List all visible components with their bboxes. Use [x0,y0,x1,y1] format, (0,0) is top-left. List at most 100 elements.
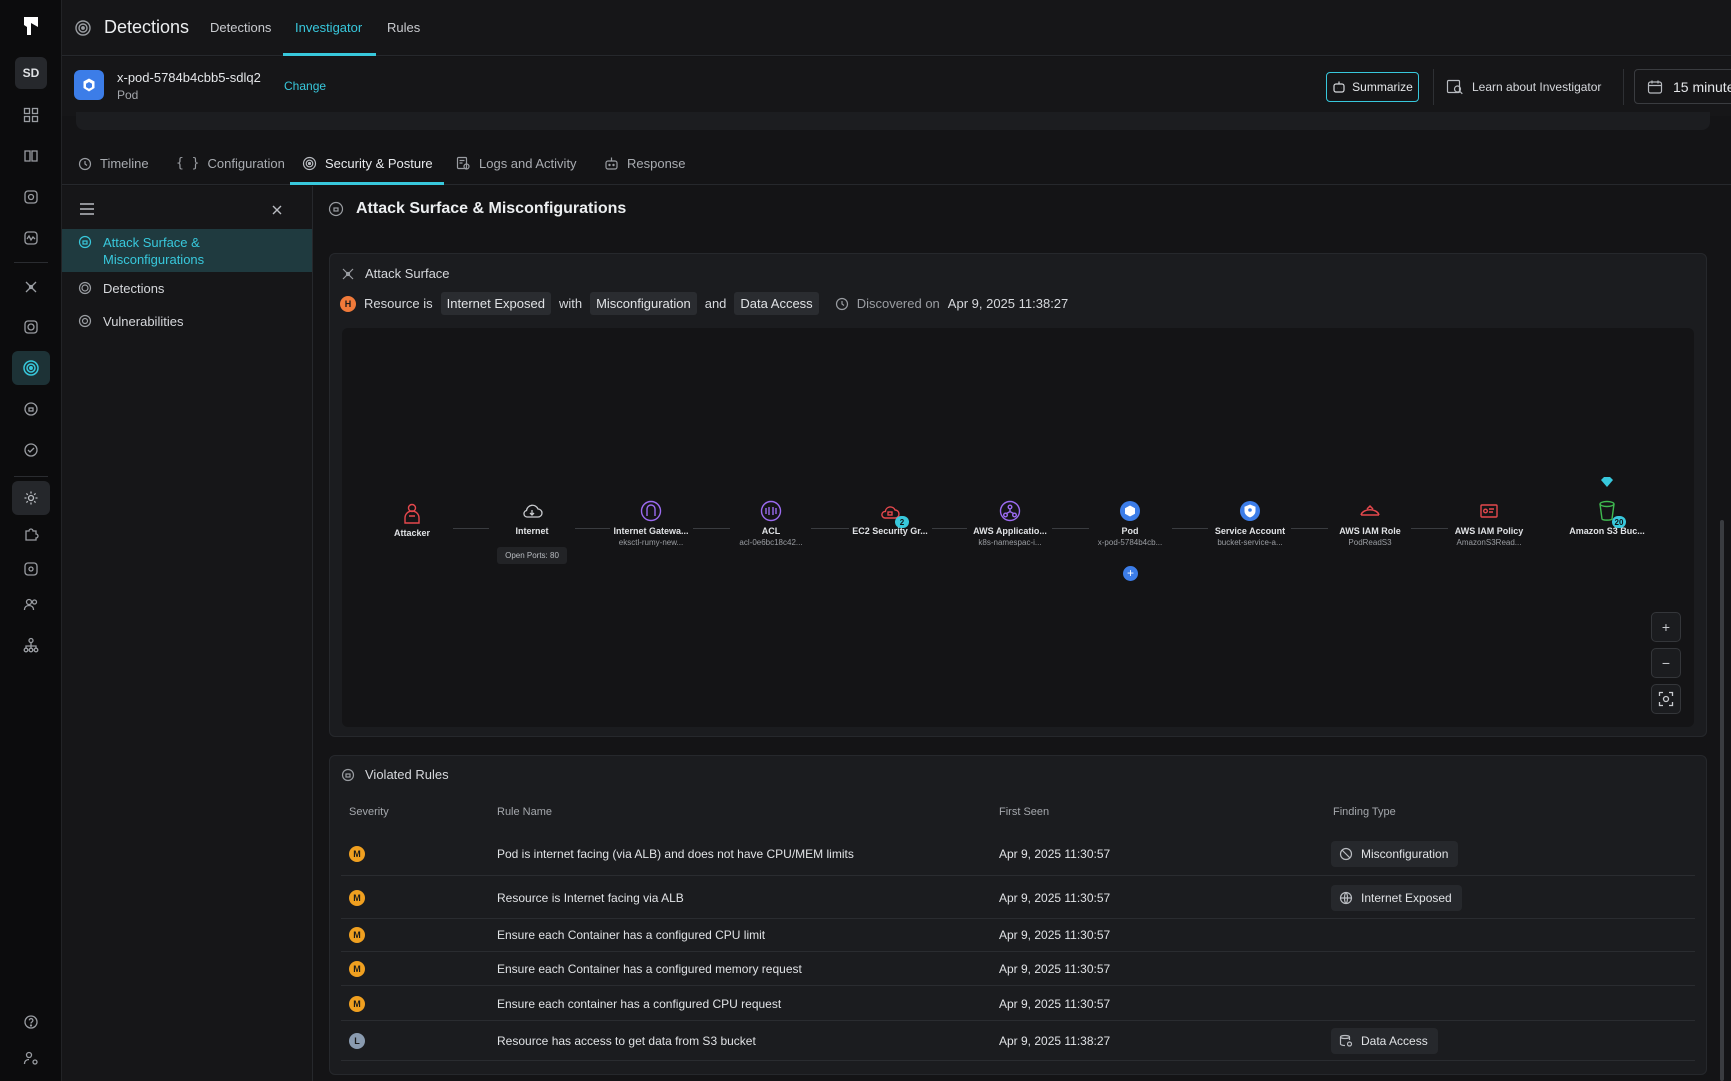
learn-investigator-link[interactable]: Learn about Investigator [1446,79,1601,95]
graph-node-service-account[interactable]: Service Account bucket-service-a... [1200,500,1300,547]
tab-investigator[interactable]: Investigator [295,20,362,35]
subtab-response[interactable]: Response [604,156,686,171]
book-icon[interactable] [12,139,50,173]
table-row[interactable]: M Ensure each container has a configured … [341,986,1695,1021]
subtab-configuration[interactable]: { } Configuration [176,156,285,171]
settings-icon[interactable] [12,481,50,515]
logo-icon[interactable] [19,14,43,38]
expand-node-button[interactable]: + [1123,566,1138,581]
help-icon[interactable] [12,1005,50,1039]
bug-icon[interactable] [12,310,50,344]
time-range-select[interactable]: 15 minutes [1634,69,1731,104]
open-ports-label: Open Ports: 80 [497,547,567,564]
users-icon[interactable] [12,587,50,621]
left-rail: SD [0,0,62,1081]
logs-icon [456,156,470,170]
graph-node-internet-gateway[interactable]: Internet Gatewa... eksctl-rumy-new... [601,500,701,547]
table-row[interactable]: M Ensure each Container has a configured … [341,918,1695,952]
column-header-finding-type[interactable]: Finding Type [1333,806,1396,818]
org-chart-icon[interactable] [12,628,50,662]
first-seen: Apr 9, 2025 11:30:57 [999,847,1111,861]
first-seen: Apr 9, 2025 11:30:57 [999,891,1111,905]
table-row[interactable]: M Resource is Internet facing via ALB Apr … [341,876,1695,919]
subtab-timeline[interactable]: Timeline [78,156,149,171]
zoom-out-button[interactable]: − [1651,648,1681,678]
iam-policy-icon [1478,500,1500,522]
detections-icon[interactable] [12,351,50,385]
section-sidebar: Attack Surface & Misconfigurations Detec… [62,186,313,1081]
sidebar-item-detections[interactable]: Detections [62,280,312,300]
active-subtab-indicator [290,182,444,185]
graph-node-aws-iam-policy[interactable]: AWS IAM Policy AmazonS3Read... [1439,500,1539,547]
target-icon [302,156,317,171]
graph-node-ec2-security-group[interactable]: 2 EC2 Security Gr... [840,500,940,536]
graph-node-acl[interactable]: ACL acl-0e6bc18c42... [721,500,821,547]
table-row[interactable]: L Resource has access to get data from S3… [341,1021,1695,1061]
column-header-first-seen[interactable]: First Seen [999,806,1049,818]
first-seen: Apr 9, 2025 11:30:57 [999,928,1111,942]
active-tab-indicator [283,53,376,56]
sidebar-item-attack-surface[interactable]: Attack Surface & Misconfigurations [62,229,312,272]
violated-rules-heading: Violated Rules [341,767,449,782]
account-settings-icon[interactable] [12,1041,50,1075]
graph-node-s3-bucket[interactable]: 20 Amazon S3 Buc... [1557,500,1657,536]
graph-node-pod[interactable]: Pod x-pod-5784b4cb... [1080,500,1180,547]
fit-view-button[interactable] [1651,684,1681,714]
rule-name[interactable]: Pod is internet facing (via ALB) and doe… [497,847,854,861]
rule-name[interactable]: Resource has access to get data from S3 … [497,1034,756,1048]
tab-rules[interactable]: Rules [387,20,420,35]
pod-icon [1119,500,1141,522]
rule-name[interactable]: Ensure each Container has a configured C… [497,928,765,942]
robot-icon [605,157,618,170]
user-avatar[interactable]: SD [15,57,47,89]
target-icon [78,281,92,295]
top-nav: Detections Detections Investigator Rules [62,0,1731,56]
scrollbar[interactable] [1720,520,1724,1081]
graph-node-aws-iam-role[interactable]: AWS IAM Role PodReadS3 [1320,500,1420,547]
column-header-rule-name[interactable]: Rule Name [497,806,552,818]
graph-node-attacker[interactable]: Attacker [362,502,462,538]
time-range-value: 15 minutes [1673,78,1731,95]
dashboard-icon[interactable] [12,98,50,132]
chip-data-access: Data Access [734,292,819,315]
severity-badge: M [349,846,365,862]
graph-node-aws-application[interactable]: AWS Applicatio... k8s-namespac-i... [960,500,1060,547]
lock-shield-icon[interactable] [12,392,50,426]
first-seen: Apr 9, 2025 11:30:57 [999,997,1111,1011]
misconfiguration-icon [1339,847,1353,861]
change-resource-link[interactable]: Change [284,79,326,93]
column-header-severity[interactable]: Severity [349,806,389,818]
security-group-icon: 2 [879,500,909,528]
activity-icon[interactable] [12,221,50,255]
severity-badge: M [349,961,365,977]
resource-header: x-pod-5784b4cbb5-sdlq2 Pod Change Summar… [62,57,1731,116]
subtab-security-posture[interactable]: Security & Posture [302,156,433,171]
severity-high-badge: H [340,295,356,312]
attack-surface-heading: Attack Surface [341,266,450,281]
severity-badge: L [349,1033,365,1049]
check-circle-icon[interactable] [12,433,50,467]
graph-node-internet[interactable]: Internet [482,500,582,536]
rule-name[interactable]: Ensure each container has a configured C… [497,997,781,1011]
network-icon[interactable] [12,270,50,304]
table-row[interactable]: M Pod is internet facing (via ALB) and do… [341,832,1695,876]
zoom-in-button[interactable]: + [1651,612,1681,642]
tab-detections[interactable]: Detections [210,20,271,35]
sidebar-item-vulnerabilities[interactable]: Vulnerabilities [62,313,312,333]
collapsed-panel [76,112,1710,130]
rule-name[interactable]: Ensure each Container has a configured m… [497,962,802,976]
gateway-icon [640,500,662,522]
lock-shield-icon [78,235,92,249]
puzzle-icon[interactable] [12,517,50,551]
integrations-icon[interactable] [12,552,50,586]
count-badge: 2 [895,516,909,528]
table-row[interactable]: M Ensure each Container has a configured … [341,952,1695,986]
subtab-logs-activity[interactable]: Logs and Activity [456,156,577,171]
close-icon[interactable] [272,205,282,215]
summarize-button[interactable]: Summarize [1326,72,1419,102]
summarize-icon [1333,81,1345,93]
menu-icon[interactable] [79,202,95,216]
clock-icon [78,157,92,170]
rule-name[interactable]: Resource is Internet facing via ALB [497,891,684,905]
shield-scan-icon[interactable] [12,180,50,214]
